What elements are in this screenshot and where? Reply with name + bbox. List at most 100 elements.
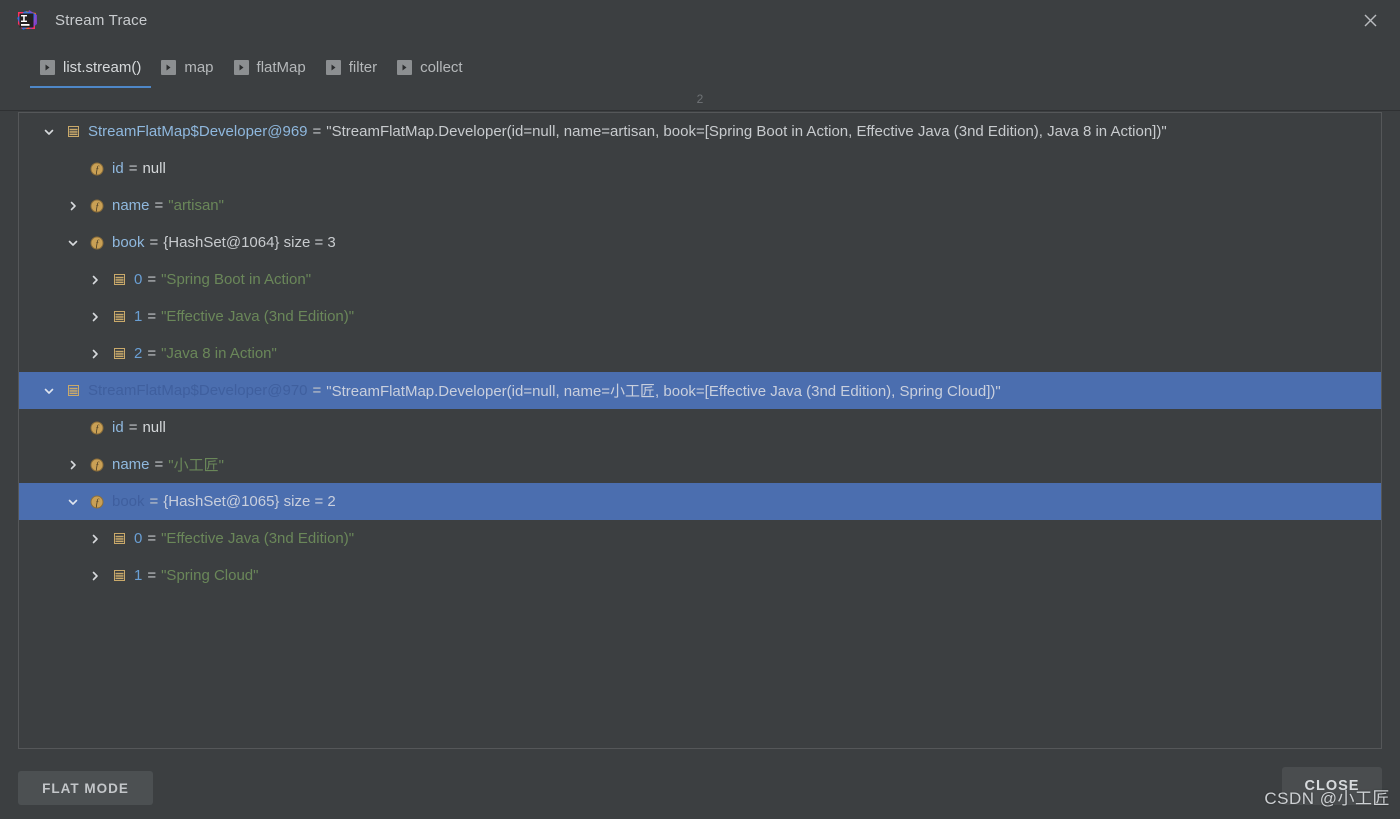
intellij-idea-logo-icon: [16, 9, 37, 31]
tree-row[interactable]: 2 = "Java 8 in Action": [19, 335, 1381, 372]
tree-row-value: null: [142, 160, 166, 177]
tree-row-equals: =: [147, 271, 157, 288]
tree-row-value: null: [142, 419, 166, 436]
chevron-down-icon[interactable]: [41, 383, 57, 399]
tree-row-value: "小工匠": [168, 457, 224, 474]
play-arrow-icon: [325, 59, 341, 75]
tree-row-equals: =: [147, 567, 157, 584]
dialog-footer: FLAT MODE CLOSE: [0, 757, 1400, 819]
tree-row[interactable]: f name = "artisan": [19, 187, 1381, 224]
tree-row-value: "Effective Java (3nd Edition)": [161, 308, 355, 325]
tree-row-name: 1: [134, 567, 143, 584]
element-count: 2: [696, 92, 704, 106]
twisty-placeholder: [65, 161, 81, 177]
value-tree: StreamFlatMap$Developer@969 = "StreamFlatM…: [19, 113, 1381, 594]
chevron-right-icon[interactable]: [87, 346, 103, 362]
chevron-right-icon[interactable]: [87, 309, 103, 325]
object-instance-icon: [111, 568, 127, 584]
chevron-down-icon[interactable]: [41, 124, 57, 140]
tree-row-equals: =: [312, 382, 322, 399]
tab-flatmap[interactable]: flatMap: [224, 46, 316, 88]
tab-label: flatMap: [256, 58, 306, 76]
tree-row-equals: =: [128, 160, 138, 177]
field-icon: f: [89, 198, 105, 214]
tree-row-value: "Spring Boot in Action": [161, 271, 312, 288]
tree-row-name: 2: [134, 345, 143, 362]
tree-row-equals: =: [149, 493, 159, 510]
tree-row-equals: =: [154, 456, 164, 473]
tree-row-name: id: [112, 160, 124, 177]
tab-filter[interactable]: filter: [316, 46, 387, 88]
play-arrow-icon: [161, 59, 177, 75]
flat-mode-button[interactable]: FLAT MODE: [18, 771, 153, 805]
window-title: Stream Trace: [55, 11, 148, 29]
object-instance-icon: [111, 346, 127, 362]
tree-row-equals: =: [147, 308, 157, 325]
tree-row-equals: =: [312, 123, 322, 140]
tree-row-name: 0: [134, 271, 143, 288]
object-instance-icon: [111, 531, 127, 547]
play-arrow-icon: [40, 59, 55, 75]
tree-row-name: 1: [134, 308, 143, 325]
chevron-right-icon[interactable]: [65, 198, 81, 214]
stream-trace-dialog: Stream Trace list.stream() map flatMap f…: [0, 0, 1400, 819]
object-instance-icon: [111, 272, 127, 288]
tree-row-value: "StreamFlatMap.Developer(id=null, name=a…: [326, 123, 1167, 140]
close-icon[interactable]: [1356, 6, 1384, 34]
chevron-down-icon[interactable]: [65, 235, 81, 251]
chevron-right-icon[interactable]: [87, 531, 103, 547]
close-button[interactable]: CLOSE: [1282, 767, 1382, 805]
chevron-right-icon[interactable]: [87, 272, 103, 288]
tree-row[interactable]: 1 = "Spring Cloud": [19, 557, 1381, 594]
tree-row[interactable]: StreamFlatMap$Developer@970 = "StreamFlatM…: [19, 372, 1381, 409]
play-arrow-icon: [397, 59, 413, 75]
tree-row-equals: =: [147, 345, 157, 362]
tab-label: list.stream(): [63, 58, 142, 76]
tree-row-value: "StreamFlatMap.Developer(id=null, name=小…: [326, 383, 1001, 400]
stream-stage-tabs: list.stream() map flatMap filter collect: [0, 46, 1400, 88]
tree-row[interactable]: f book = {HashSet@1064} size = 3: [19, 224, 1381, 261]
tree-row-name: name: [112, 456, 150, 473]
tree-row-name: book: [112, 234, 145, 251]
tree-row-value: {HashSet@1064} size = 3: [163, 234, 336, 251]
tree-row-name: id: [112, 419, 124, 436]
title-bar: Stream Trace: [0, 0, 1400, 40]
tree-row-value: "Effective Java (3nd Edition)": [161, 530, 355, 547]
play-arrow-icon: [233, 59, 249, 75]
tab-map[interactable]: map: [151, 46, 223, 88]
tab-collect[interactable]: collect: [387, 46, 473, 88]
chevron-right-icon[interactable]: [65, 457, 81, 473]
tree-row-equals: =: [147, 530, 157, 547]
tree-row[interactable]: StreamFlatMap$Developer@969 = "StreamFlatM…: [19, 113, 1381, 150]
tree-row[interactable]: 0 = "Effective Java (3nd Edition)": [19, 520, 1381, 557]
tree-row-equals: =: [128, 419, 138, 436]
tree-row-name: 0: [134, 530, 143, 547]
tree-row[interactable]: 0 = "Spring Boot in Action": [19, 261, 1381, 298]
field-icon: f: [89, 420, 105, 436]
tab-list-stream[interactable]: list.stream(): [30, 46, 152, 88]
tree-row-name: StreamFlatMap$Developer@970: [88, 382, 308, 399]
tree-row-value: {HashSet@1065} size = 2: [163, 493, 336, 510]
element-count-strip: 2: [0, 88, 1400, 111]
field-icon: f: [89, 235, 105, 251]
stream-values-panel[interactable]: StreamFlatMap$Developer@969 = "StreamFlatM…: [18, 112, 1382, 749]
tree-row-value: "Spring Cloud": [161, 567, 259, 584]
object-instance-icon: [111, 309, 127, 325]
tree-row[interactable]: f name = "小工匠": [19, 446, 1381, 483]
field-icon: f: [89, 161, 105, 177]
tree-row-equals: =: [154, 197, 164, 214]
chevron-right-icon[interactable]: [87, 568, 103, 584]
tree-row-value: "artisan": [168, 197, 224, 214]
twisty-placeholder: [65, 420, 81, 436]
tree-row[interactable]: 1 = "Effective Java (3nd Edition)": [19, 298, 1381, 335]
field-icon: f: [89, 494, 105, 510]
tree-row-name: book: [112, 493, 145, 510]
object-instance-icon: [65, 383, 81, 399]
tree-row[interactable]: f id = null: [19, 409, 1381, 446]
object-instance-icon: [65, 124, 81, 140]
chevron-down-icon[interactable]: [65, 494, 81, 510]
tree-row[interactable]: f book = {HashSet@1065} size = 2: [19, 483, 1381, 520]
tree-row[interactable]: f id = null: [19, 150, 1381, 187]
tab-label: filter: [348, 58, 378, 76]
field-icon: f: [89, 457, 105, 473]
